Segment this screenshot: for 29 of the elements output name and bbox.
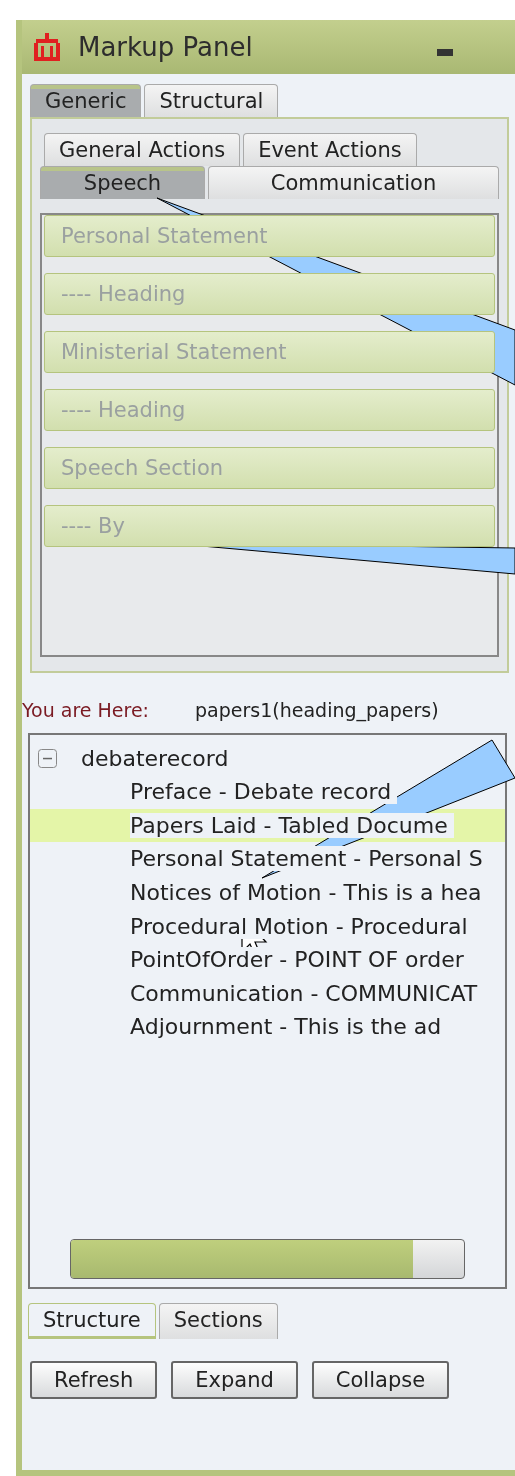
location-value: papers1(heading_papers): [195, 699, 439, 721]
tab[interactable]: Speech: [40, 166, 205, 199]
horizontal-scrollbar[interactable]: [70, 1239, 465, 1279]
tab[interactable]: General Actions: [44, 133, 241, 166]
tab[interactable]: Structural: [144, 84, 279, 117]
tree-node[interactable]: debaterecord: [81, 745, 229, 771]
tree-row[interactable]: Preface - Debate record: [30, 775, 505, 809]
action-button[interactable]: Expand: [171, 1361, 298, 1399]
tab[interactable]: Sections: [158, 1303, 278, 1339]
action-button[interactable]: Collapse: [311, 1361, 450, 1399]
tree-row[interactable]: Procedural Motion - Procedural: [30, 909, 505, 943]
window-title: Markup Panel: [78, 32, 254, 62]
tree-row[interactable]: Notices of Motion - This is a hea: [30, 875, 505, 910]
tree-row[interactable]: Communication - COMMUNICAT: [30, 976, 505, 1011]
tree-row[interactable]: Papers Laid - Tabled Docume: [30, 808, 505, 843]
tree-row[interactable]: Adjournment - This is the ad: [30, 1010, 505, 1044]
action-button[interactable]: Refresh: [30, 1361, 158, 1399]
tree-node: Papers Laid - Tabled Docume: [130, 812, 454, 838]
scrollbar-thumb[interactable]: [71, 1240, 413, 1278]
tab[interactable]: Event Actions: [243, 133, 417, 166]
tab[interactable]: Communication: [208, 166, 499, 199]
tree-row[interactable]: Personal Statement - Personal S: [30, 842, 505, 876]
collapse-toggle-icon[interactable]: [38, 748, 57, 768]
minimize-button[interactable]: [437, 48, 453, 56]
location-label: You are Here:: [22, 699, 150, 721]
tab[interactable]: Generic: [30, 84, 142, 117]
tab[interactable]: Structure: [28, 1303, 156, 1339]
tree-row[interactable]: PointOfOrder - POINT OF order: [30, 942, 505, 977]
app-logo-icon: [34, 33, 60, 61]
